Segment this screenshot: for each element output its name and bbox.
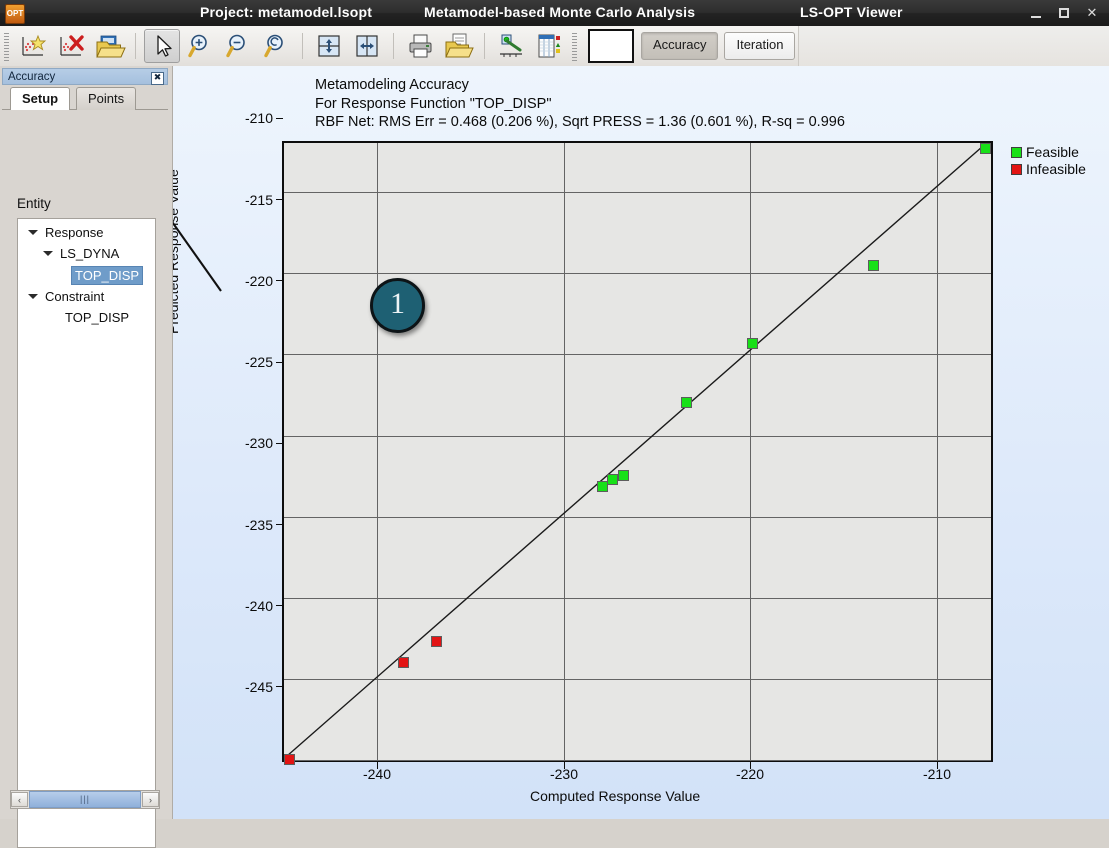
table-view-icon[interactable] <box>531 29 567 63</box>
x-tick-mark <box>377 762 378 769</box>
panel-title: Accuracy <box>8 71 56 83</box>
scroll-right-icon[interactable]: › <box>142 792 159 807</box>
panel-close-icon[interactable]: ✖ <box>151 72 164 85</box>
tab-points[interactable]: Points <box>76 87 137 110</box>
toolbar-filler <box>798 26 1109 66</box>
tree-item-label: TOP_DISP <box>75 268 140 283</box>
y-tick-label: -215 <box>244 192 273 208</box>
legend-swatch-infeasible <box>1011 164 1022 175</box>
data-point-infeasible[interactable] <box>284 754 295 765</box>
tree-item-label: Response <box>45 225 104 240</box>
window-titlebar: OPT Project: metamodel.lsopt Metamodel-b… <box>0 0 1109 26</box>
entity-tree: Response LS_DYNA TOP_DISP Constraint TOP… <box>17 218 156 848</box>
tree-item-response[interactable]: Response <box>28 225 104 240</box>
toolbar-grip[interactable] <box>2 31 11 61</box>
tree-item-label: TOP_DISP <box>65 310 130 325</box>
x-tick-mark <box>750 762 751 769</box>
zoom-in-icon[interactable] <box>182 29 218 63</box>
data-point-feasible[interactable] <box>681 397 692 408</box>
chevron-down-icon[interactable] <box>28 227 39 238</box>
split-horizontal-icon[interactable] <box>311 29 347 63</box>
identity-reference-line <box>286 145 984 757</box>
zoom-reset-icon[interactable] <box>258 29 294 63</box>
toolbar-separator <box>302 33 303 59</box>
tree-item-label: Constraint <box>45 289 105 304</box>
y-tick-label: -245 <box>244 679 273 695</box>
app-logo-icon: OPT <box>5 4 25 24</box>
tree-item-label: LS_DYNA <box>60 246 120 261</box>
legend-swatch-feasible <box>1011 147 1022 158</box>
plot-color-swatch[interactable] <box>588 29 634 63</box>
chart-subtitle: For Response Function "TOP_DISP" <box>315 95 552 112</box>
sidebar-tabstrip: Setup Points <box>2 87 168 110</box>
tab-setup[interactable]: Setup <box>10 87 71 110</box>
plot-area[interactable] <box>282 141 993 765</box>
window-controls: ✕ <box>1029 0 1105 26</box>
x-axis-title: Computed Response Value <box>530 788 701 804</box>
minimize-icon[interactable] <box>1029 6 1043 20</box>
chevron-down-icon[interactable] <box>43 248 54 259</box>
split-vertical-icon[interactable] <box>349 29 385 63</box>
y-tick-label: -230 <box>244 435 273 451</box>
tree-item-constraint[interactable]: Constraint <box>28 289 105 304</box>
callout-badge-1: 1 <box>370 278 425 333</box>
close-icon[interactable]: ✕ <box>1085 6 1099 20</box>
curve-settings-icon[interactable] <box>493 29 529 63</box>
delete-plot-icon[interactable] <box>53 29 89 63</box>
toolbar-separator <box>135 33 136 59</box>
tree-item-top-disp-constraint[interactable]: TOP_DISP <box>65 310 129 325</box>
maximize-icon[interactable] <box>1057 6 1071 20</box>
toolbar-grip-2[interactable] <box>570 31 579 61</box>
sidebar-hscrollbar[interactable]: ‹ ||| › <box>10 790 160 809</box>
chart-title-block: Metamodeling Accuracy For Response Funct… <box>315 76 845 132</box>
legend-item-feasible: Feasible <box>1011 144 1086 161</box>
y-tick-label: -220 <box>244 273 273 289</box>
tree-item-ls-dyna[interactable]: LS_DYNA <box>43 246 120 261</box>
chart-title: Metamodeling Accuracy <box>315 77 469 93</box>
data-point-infeasible[interactable] <box>431 636 442 647</box>
y-tick-label: -210 <box>244 110 273 126</box>
data-point-infeasible[interactable] <box>398 657 409 668</box>
toolbar-separator <box>484 33 485 59</box>
x-tick-mark <box>564 762 565 769</box>
titlebar-analysis: Metamodel-based Monte Carlo Analysis <box>424 4 696 20</box>
gridline-horizontal <box>284 760 991 761</box>
open-folder-icon[interactable] <box>91 29 127 63</box>
tab-iteration[interactable]: Iteration <box>724 32 796 60</box>
legend-label: Infeasible <box>1026 161 1086 177</box>
titlebar-appname: LS-OPT Viewer <box>800 4 903 20</box>
entity-label: Entity <box>17 196 51 211</box>
plot-canvas: Metamodeling Accuracy For Response Funct… <box>173 66 1109 819</box>
y-tick-mark <box>276 118 283 119</box>
save-as-icon[interactable] <box>440 29 476 63</box>
accuracy-panel: Accuracy ✖ Setup Points Entity Response … <box>0 66 173 848</box>
chart-legend: Feasible Infeasible <box>1011 144 1086 178</box>
pointer-icon[interactable] <box>144 29 180 63</box>
toolbar-separator <box>393 33 394 59</box>
y-tick-label: -225 <box>244 354 273 370</box>
add-plot-icon[interactable] <box>15 29 51 63</box>
x-tick-mark <box>937 762 938 769</box>
y-tick-label: -240 <box>244 598 273 614</box>
data-point-feasible[interactable] <box>607 474 618 485</box>
legend-label: Feasible <box>1026 144 1079 160</box>
ls-opt-viewer-window: OPT Project: metamodel.lsopt Metamodel-b… <box>0 0 1109 848</box>
main-toolbar: Accuracy Iteration <box>0 26 1109 67</box>
scroll-left-icon[interactable]: ‹ <box>11 792 28 807</box>
data-point-feasible[interactable] <box>980 143 991 154</box>
tree-item-top-disp-response[interactable]: TOP_DISP <box>71 266 144 285</box>
data-point-feasible[interactable] <box>618 470 629 481</box>
scroll-thumb[interactable]: ||| <box>29 791 141 808</box>
titlebar-project: Project: metamodel.lsopt <box>200 4 373 20</box>
panel-header: Accuracy ✖ <box>2 68 168 85</box>
data-point-feasible[interactable] <box>868 260 879 271</box>
tab-accuracy[interactable]: Accuracy <box>641 32 719 60</box>
print-icon[interactable] <box>402 29 438 63</box>
y-tick-label: -235 <box>244 517 273 533</box>
chart-stats: RBF Net: RMS Err = 0.468 (0.206 %), Sqrt… <box>315 114 845 130</box>
data-point-feasible[interactable] <box>747 338 758 349</box>
chevron-down-icon[interactable] <box>28 291 39 302</box>
zoom-out-icon[interactable] <box>220 29 256 63</box>
legend-item-infeasible: Infeasible <box>1011 161 1086 178</box>
